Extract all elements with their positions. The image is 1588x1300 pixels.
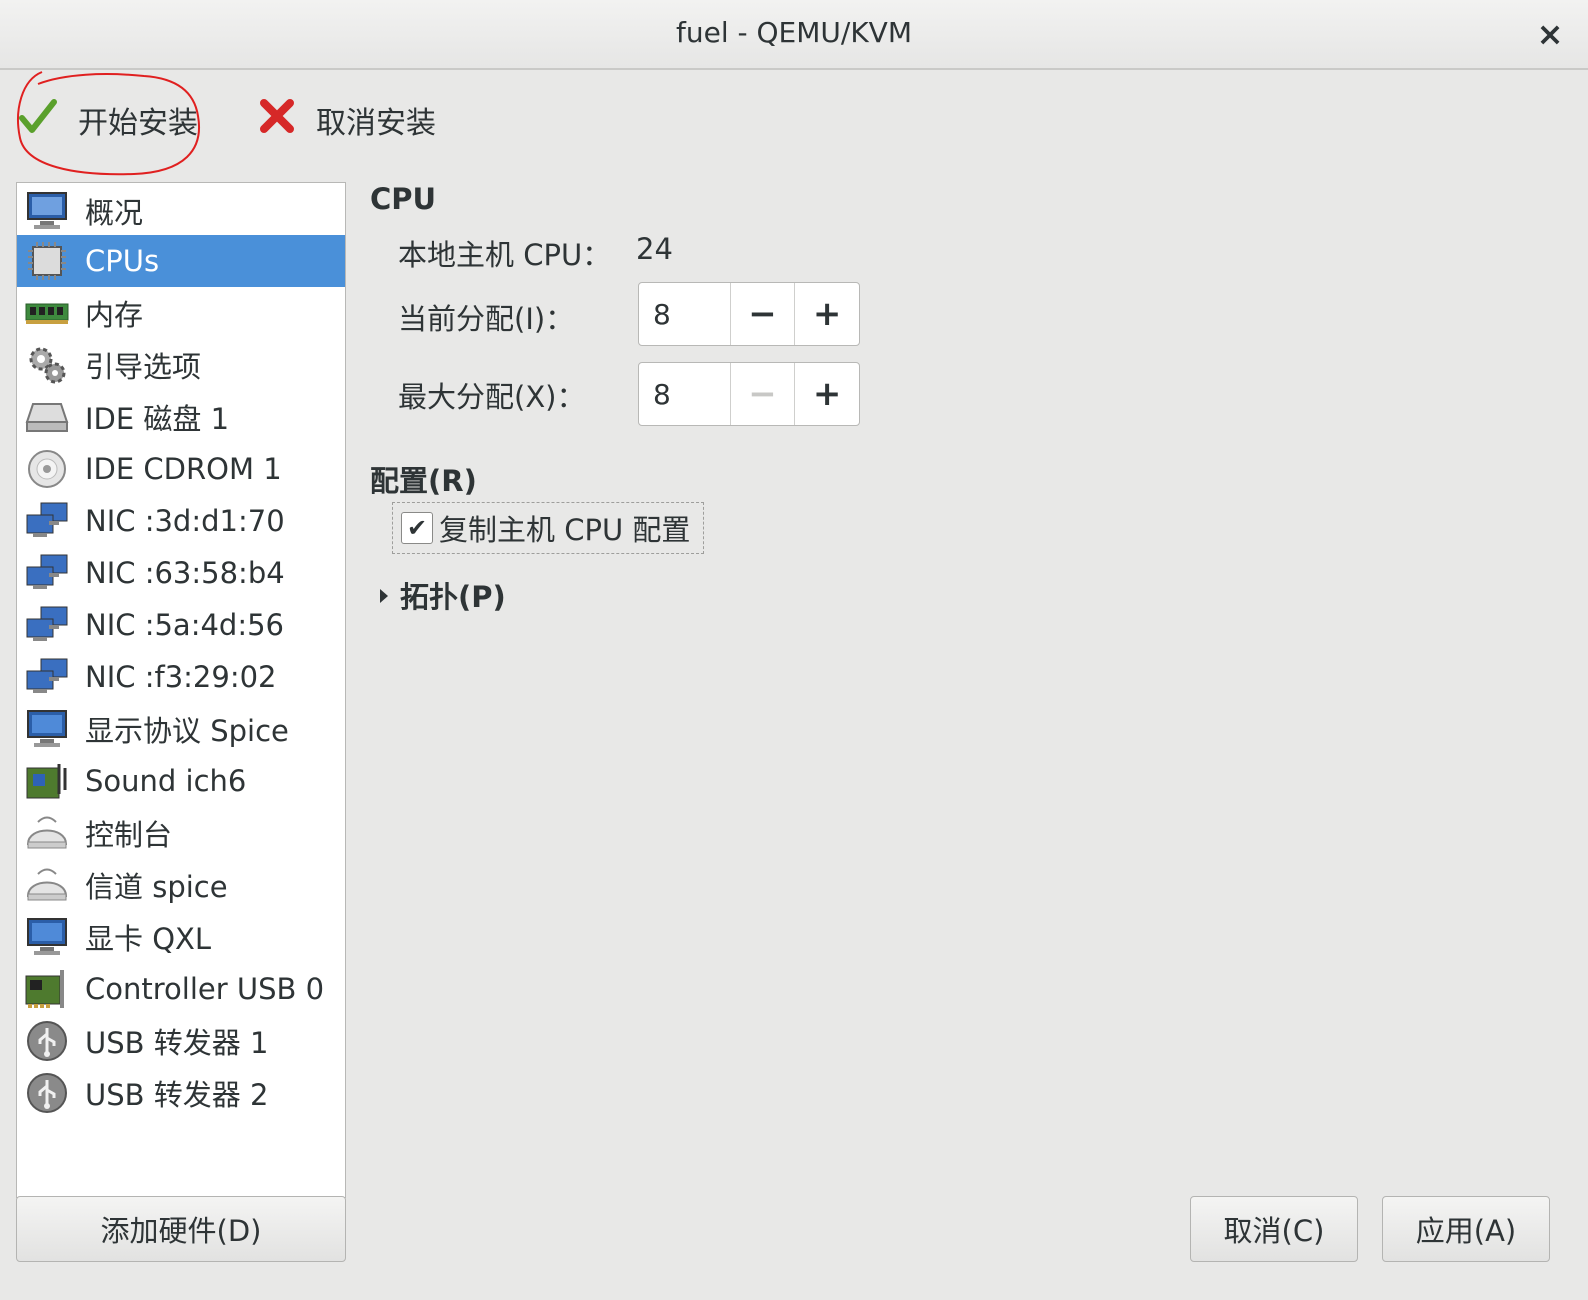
sound-icon	[23, 758, 71, 804]
max-alloc-decrement-button: −	[731, 363, 796, 425]
close-icon[interactable]: ×	[1530, 14, 1570, 54]
sidebar-item-channel-spice[interactable]: 信道 spice	[17, 859, 345, 911]
sidebar-item-label: IDE CDROM 1	[85, 452, 282, 486]
serial-icon	[23, 810, 71, 856]
current-alloc-increment-button[interactable]: +	[795, 283, 859, 345]
cross-icon	[258, 97, 296, 143]
sidebar-item-display-spice[interactable]: 显示协议 Spice	[17, 703, 345, 755]
sidebar-item-console[interactable]: 控制台	[17, 807, 345, 859]
current-alloc-spinner: 8 − +	[638, 282, 860, 346]
max-alloc-increment-button[interactable]: +	[795, 363, 859, 425]
start-install-label: 开始安装	[78, 106, 198, 141]
check-icon	[18, 96, 58, 144]
sidebar-item-nic-3[interactable]: NIC :5a:4d:56	[17, 599, 345, 651]
topology-label: 拓扑(P)	[400, 580, 506, 614]
sidebar-item-label: 信道 spice	[85, 870, 228, 904]
host-cpu-value: 24	[636, 232, 673, 266]
serial-icon	[23, 862, 71, 908]
sidebar-item-cpus[interactable]: CPUs	[17, 235, 345, 287]
sidebar-item-memory[interactable]: 内存	[17, 287, 345, 339]
sidebar-item-label: USB 转发器 2	[85, 1078, 269, 1112]
checkmark-icon: ✔	[401, 512, 433, 544]
sidebar-item-nic-2[interactable]: NIC :63:58:b4	[17, 547, 345, 599]
add-hardware-button[interactable]: 添加硬件(D)	[16, 1196, 346, 1262]
window-title: fuel - QEMU/KVM	[675, 16, 912, 49]
cpu-section-title: CPU	[370, 182, 437, 216]
copy-host-cpu-label: 复制主机 CPU 配置	[439, 513, 691, 547]
network-icon	[23, 602, 71, 648]
hardware-list: 概况 CPUs 内存 引导选项 IDE 磁盘 1 IDE CDROM 1 NIC…	[16, 182, 346, 1198]
sidebar-item-label: NIC :63:58:b4	[85, 556, 285, 590]
sidebar-item-label: CPUs	[85, 244, 160, 278]
triangle-right-icon	[378, 578, 390, 612]
disk-icon	[23, 394, 71, 440]
sidebar-item-label: NIC :3d:d1:70	[85, 504, 285, 538]
sidebar-item-label: 内存	[85, 298, 144, 332]
monitor-icon	[23, 188, 71, 234]
sidebar-item-ide-disk[interactable]: IDE 磁盘 1	[17, 391, 345, 443]
network-icon	[23, 654, 71, 700]
current-alloc-label: 当前分配(I)：	[398, 302, 575, 336]
sidebar-item-usb-redir-1[interactable]: USB 转发器 1	[17, 1015, 345, 1067]
sidebar-item-label: 引导选项	[85, 350, 202, 384]
sidebar-item-label: Controller USB 0	[85, 972, 325, 1006]
topology-expander[interactable]: 拓扑(P)	[378, 574, 506, 616]
sidebar-item-video-qxl[interactable]: 显卡 QXL	[17, 911, 345, 963]
display-icon	[23, 914, 71, 960]
sidebar-item-label: 显卡 QXL	[85, 922, 212, 956]
sidebar-item-ide-cdrom[interactable]: IDE CDROM 1	[17, 443, 345, 495]
sidebar-item-label: NIC :f3:29:02	[85, 660, 277, 694]
sidebar-item-sound[interactable]: Sound ich6	[17, 755, 345, 807]
display-icon	[23, 706, 71, 752]
max-alloc-spinner: 8 − +	[638, 362, 860, 426]
cancel-install-button[interactable]: 取消安装	[258, 90, 436, 150]
copy-host-cpu-checkbox[interactable]: ✔ 复制主机 CPU 配置	[392, 502, 704, 554]
pci-card-icon	[23, 966, 71, 1012]
usb-icon	[23, 1018, 71, 1064]
sidebar-item-nic-1[interactable]: NIC :3d:d1:70	[17, 495, 345, 547]
sidebar-item-label: 概况	[85, 196, 144, 230]
gears-icon	[23, 342, 71, 388]
config-section-title: 配置(R)	[370, 464, 477, 498]
toolbar: 开始安装 取消安装	[0, 72, 1588, 172]
cdrom-icon	[23, 446, 71, 492]
cancel-install-label: 取消安装	[316, 106, 436, 141]
sidebar-item-label: NIC :5a:4d:56	[85, 608, 285, 642]
host-cpu-label: 本地主机 CPU：	[398, 238, 612, 272]
apply-button[interactable]: 应用(A)	[1382, 1196, 1550, 1262]
network-icon	[23, 550, 71, 596]
sidebar-item-label: IDE 磁盘 1	[85, 402, 230, 436]
memory-icon	[23, 290, 71, 336]
sidebar-item-label: Sound ich6	[85, 764, 247, 798]
sidebar-item-label: USB 转发器 1	[85, 1026, 269, 1060]
title-bar: fuel - QEMU/KVM ×	[0, 0, 1588, 70]
sidebar-item-controller-usb[interactable]: Controller USB 0	[17, 963, 345, 1015]
sidebar-item-usb-redir-2[interactable]: USB 转发器 2	[17, 1067, 345, 1119]
max-alloc-label: 最大分配(X)：	[398, 380, 586, 414]
current-alloc-decrement-button[interactable]: −	[731, 283, 796, 345]
sidebar-item-label: 显示协议 Spice	[85, 714, 289, 748]
current-alloc-input[interactable]: 8	[639, 283, 731, 345]
sidebar-item-overview[interactable]: 概况	[17, 185, 345, 237]
sidebar-item-nic-4[interactable]: NIC :f3:29:02	[17, 651, 345, 703]
cpu-chip-icon	[23, 238, 71, 284]
cpu-details-panel: CPU 本地主机 CPU： 24 当前分配(I)： 8 − + 最大分配(X)：…	[370, 182, 1570, 1182]
cancel-button[interactable]: 取消(C)	[1190, 1196, 1358, 1262]
max-alloc-input[interactable]: 8	[639, 363, 731, 425]
network-icon	[23, 498, 71, 544]
start-install-button[interactable]: 开始安装	[18, 90, 198, 150]
sidebar-item-boot-options[interactable]: 引导选项	[17, 339, 345, 391]
usb-icon	[23, 1070, 71, 1116]
sidebar-item-label: 控制台	[85, 818, 173, 852]
